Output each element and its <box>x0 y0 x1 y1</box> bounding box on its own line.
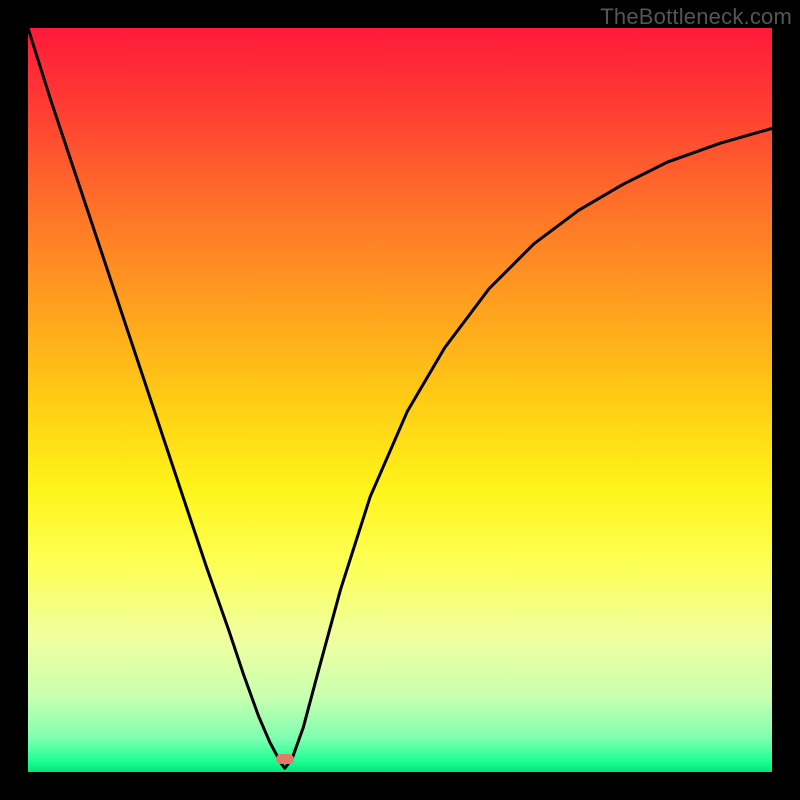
plot-svg <box>28 28 772 772</box>
gradient-background <box>28 28 772 772</box>
minimum-marker <box>276 754 294 764</box>
plot-frame <box>28 28 772 772</box>
watermark-label: TheBottleneck.com <box>600 4 792 30</box>
